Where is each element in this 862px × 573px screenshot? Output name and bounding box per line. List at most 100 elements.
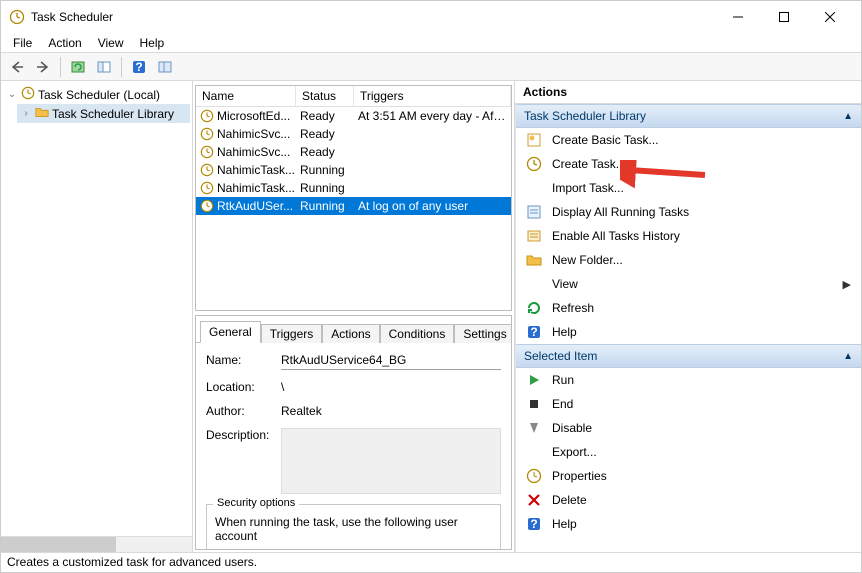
task-row[interactable]: NahimicSvc...Ready: [196, 143, 511, 161]
action-delete[interactable]: Delete: [516, 488, 861, 512]
tab-actions[interactable]: Actions: [322, 324, 379, 343]
task-row[interactable]: NahimicTask...Running: [196, 179, 511, 197]
action-create-task[interactable]: Create Task...: [516, 152, 861, 176]
wizard-icon: [526, 132, 542, 148]
detail-panel: General Triggers Actions Conditions Sett…: [195, 315, 512, 550]
actions-pane: Actions Task Scheduler Library ▲ Create …: [515, 81, 861, 552]
task-row[interactable]: MicrosoftEd...ReadyAt 3:51 AM every day …: [196, 107, 511, 125]
action-export[interactable]: Export...: [516, 440, 861, 464]
blank-icon: [526, 444, 542, 460]
menu-view[interactable]: View: [90, 34, 132, 52]
tab-settings[interactable]: Settings: [454, 324, 512, 343]
clock-icon: [200, 199, 214, 213]
col-status[interactable]: Status: [296, 86, 354, 106]
task-name: NahimicTask...: [217, 163, 300, 177]
task-name: NahimicSvc...: [217, 145, 300, 159]
panel-layout-button[interactable]: [153, 55, 177, 79]
task-list-header: Name Status Triggers: [196, 86, 511, 107]
action-refresh[interactable]: Refresh: [516, 296, 861, 320]
action-help[interactable]: ? Help: [516, 320, 861, 344]
tree-library[interactable]: › Task Scheduler Library: [17, 104, 190, 123]
action-disable[interactable]: Disable: [516, 416, 861, 440]
window-title: Task Scheduler: [31, 10, 715, 24]
tree-root[interactable]: ⌄ Task Scheduler (Local): [3, 85, 190, 104]
tab-triggers[interactable]: Triggers: [261, 324, 323, 343]
svg-text:?: ?: [530, 325, 537, 339]
clock-icon: [200, 163, 214, 177]
task-triggers: At 3:51 AM every day - After: [358, 109, 507, 123]
actions-section-selected[interactable]: Selected Item ▲: [516, 344, 861, 368]
help-toolbar-button[interactable]: ?: [127, 55, 151, 79]
collapse-icon[interactable]: ▲: [843, 111, 853, 122]
action-help-2[interactable]: ? Help: [516, 512, 861, 536]
description-box: [281, 428, 501, 494]
task-status: Ready: [300, 145, 358, 159]
author-value: Realtek: [281, 404, 501, 418]
end-icon: [526, 396, 542, 412]
action-properties[interactable]: Properties: [516, 464, 861, 488]
list-icon: [526, 204, 542, 220]
clock-icon: [200, 181, 214, 195]
task-name: RtkAudUSer...: [217, 199, 300, 213]
tree-library-label: Task Scheduler Library: [52, 107, 174, 121]
actions-section-library[interactable]: Task Scheduler Library ▲: [516, 104, 861, 128]
history-icon: [526, 228, 542, 244]
titlebar: Task Scheduler: [1, 1, 861, 33]
task-status: Running: [300, 181, 358, 195]
action-display-running[interactable]: Display All Running Tasks: [516, 200, 861, 224]
properties-icon: [526, 468, 542, 484]
folder-icon: [35, 105, 49, 122]
action-new-folder[interactable]: New Folder...: [516, 248, 861, 272]
help-icon: ?: [526, 516, 542, 532]
action-enable-history[interactable]: Enable All Tasks History: [516, 224, 861, 248]
clock-icon: [21, 86, 35, 103]
col-triggers[interactable]: Triggers: [354, 86, 511, 106]
center-pane: Name Status Triggers MicrosoftEd...Ready…: [193, 81, 515, 552]
disable-icon: [526, 420, 542, 436]
menu-action[interactable]: Action: [40, 34, 89, 52]
refresh-icon: [526, 300, 542, 316]
expander-icon[interactable]: ⌄: [6, 89, 18, 100]
description-label: Description:: [206, 428, 281, 442]
tab-bar: General Triggers Actions Conditions Sett…: [196, 316, 511, 343]
collapse-icon[interactable]: ▲: [843, 351, 853, 362]
action-view[interactable]: View ▶: [516, 272, 861, 296]
security-legend: Security options: [213, 497, 299, 509]
clock-icon: [200, 145, 214, 159]
task-status: Running: [300, 199, 358, 213]
close-button[interactable]: [807, 2, 853, 32]
col-name[interactable]: Name: [196, 86, 296, 106]
clock-icon: [200, 109, 214, 123]
task-row[interactable]: RtkAudUSer...RunningAt log on of any use…: [196, 197, 511, 215]
action-import-task[interactable]: Import Task...: [516, 176, 861, 200]
tree-pane: ⌄ Task Scheduler (Local) › Task Schedule…: [1, 81, 193, 552]
tree-h-scrollbar[interactable]: [1, 536, 192, 552]
delete-icon: [526, 492, 542, 508]
clock-icon: [526, 156, 542, 172]
task-row[interactable]: NahimicTask...Running: [196, 161, 511, 179]
toolbar: ?: [1, 53, 861, 81]
maximize-button[interactable]: [761, 2, 807, 32]
action-run[interactable]: Run: [516, 368, 861, 392]
forward-button[interactable]: [31, 55, 55, 79]
task-name: MicrosoftEd...: [217, 109, 300, 123]
menu-help[interactable]: Help: [132, 34, 173, 52]
task-status: Running: [300, 163, 358, 177]
task-triggers: At log on of any user: [358, 199, 507, 213]
expander-icon[interactable]: ›: [20, 108, 32, 119]
back-button[interactable]: [5, 55, 29, 79]
task-status: Ready: [300, 127, 358, 141]
action-end[interactable]: End: [516, 392, 861, 416]
minimize-button[interactable]: [715, 2, 761, 32]
task-row[interactable]: NahimicSvc...Ready: [196, 125, 511, 143]
refresh-toolbar-button[interactable]: [66, 55, 90, 79]
panel-toggle-button[interactable]: [92, 55, 116, 79]
clock-icon: [200, 127, 214, 141]
submenu-arrow-icon: ▶: [843, 278, 851, 291]
tab-general[interactable]: General: [200, 321, 261, 343]
tab-conditions[interactable]: Conditions: [380, 324, 455, 343]
run-icon: [526, 372, 542, 388]
action-create-basic-task[interactable]: Create Basic Task...: [516, 128, 861, 152]
menu-file[interactable]: File: [5, 34, 40, 52]
task-list[interactable]: Name Status Triggers MicrosoftEd...Ready…: [195, 85, 512, 311]
